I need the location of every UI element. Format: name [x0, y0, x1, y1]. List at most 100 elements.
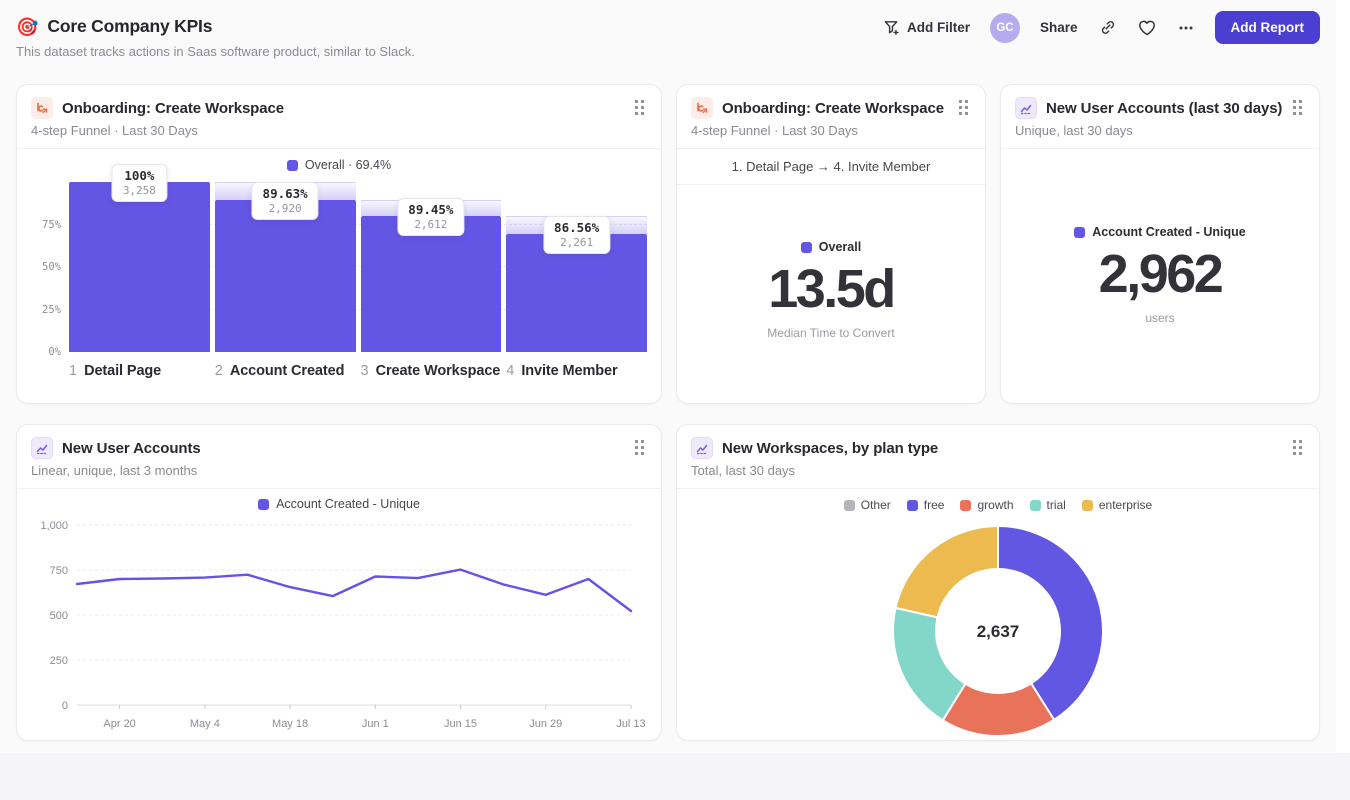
- x-axis-tick-label: May 4: [190, 718, 220, 730]
- more-options-icon[interactable]: [1177, 19, 1195, 37]
- stat-legend: Overall: [801, 240, 861, 254]
- legend-item-growth[interactable]: growth: [960, 498, 1013, 512]
- funnel-xlabels: 1 Detail Page 2 Account Created 3Create Work…: [31, 363, 647, 379]
- line-chart-icon: [691, 437, 713, 459]
- legend-label: Account Created - Unique: [276, 497, 420, 511]
- card-title: New User Accounts (last 30 days): [1046, 100, 1282, 117]
- legend-swatch: [287, 160, 298, 171]
- line-chart-svg: 02505007501,000Apr 20May 4May 18Jun 1Jun…: [31, 515, 645, 733]
- card-title: New Workspaces, by plan type: [722, 440, 938, 457]
- legend-swatch-trial: [1030, 500, 1041, 511]
- stat-caption: Median Time to Convert: [767, 326, 894, 340]
- legend-item-enterprise[interactable]: enterprise: [1082, 498, 1152, 512]
- y-axis-tick-label: 250: [50, 655, 68, 667]
- x-axis-tick-label: Jul 13: [616, 718, 645, 730]
- drag-handle-icon[interactable]: [1291, 438, 1305, 458]
- funnel-step-label: 4Invite Member: [506, 363, 647, 379]
- y-axis-tick-label: 750: [50, 565, 68, 577]
- add-filter-button[interactable]: Add Filter: [883, 19, 970, 36]
- card-subtitle: 4-step Funnel · Last 30 Days: [31, 123, 647, 138]
- legend-item-free[interactable]: free: [907, 498, 945, 512]
- legend-label: Overall: [819, 240, 861, 254]
- legend-swatch-Other: [844, 500, 855, 511]
- funnel-step-column: 100%3,258: [69, 182, 210, 352]
- funnel-plot: 100%3,258 89.63%2,920 89.45%2,612 86.56%2,2…: [69, 182, 647, 352]
- card-time-to-convert: Onboarding: Create Workspace 4-step Funn…: [676, 84, 986, 404]
- page-title: Core Company KPIs: [47, 16, 212, 37]
- drag-handle-icon[interactable]: [633, 98, 647, 118]
- conversion-count: 3,258: [123, 184, 156, 197]
- conversion-percent: 86.56%: [554, 220, 599, 235]
- funnel-step-column: 86.56%2,261: [506, 182, 647, 352]
- add-filter-label: Add Filter: [907, 20, 970, 35]
- funnel-bar[interactable]: [69, 182, 210, 352]
- card-subtitle: 4-step Funnel · Last 30 Days: [691, 123, 971, 138]
- funnel-value-label: 100%3,258: [112, 164, 167, 202]
- median-time-value: 13.5d: [768, 262, 894, 316]
- conversion-count: 2,261: [554, 236, 599, 249]
- copy-link-icon[interactable]: [1098, 18, 1117, 37]
- funnel-value-label: 89.45%2,612: [397, 198, 464, 236]
- legend-label: trial: [1047, 498, 1066, 512]
- line-chart-icon: [31, 437, 53, 459]
- filter-plus-icon: [883, 19, 900, 36]
- donut-center-total: 2,637: [977, 622, 1020, 641]
- unique-users-value: 2,962: [1099, 247, 1222, 301]
- favorite-heart-icon[interactable]: [1137, 18, 1157, 37]
- step-number: 2: [215, 363, 223, 379]
- funnel-step-label: 3Create Workspace: [361, 363, 502, 379]
- x-axis-tick-label: Jun 29: [529, 718, 562, 730]
- add-report-button[interactable]: Add Report: [1215, 11, 1321, 44]
- conversion-percent: 100%: [123, 168, 156, 183]
- right-edge-strip: [1336, 0, 1350, 753]
- legend-item-trial[interactable]: trial: [1030, 498, 1066, 512]
- funnel-step-column: 89.63%2,920: [215, 182, 356, 352]
- step-number: 1: [69, 363, 77, 379]
- step-name: Account Created: [230, 363, 345, 379]
- funnel-value-label: 86.56%2,261: [543, 216, 610, 254]
- funnel-value-label: 89.63%2,920: [252, 182, 319, 220]
- legend-label: Overall · 69.4%: [305, 158, 391, 172]
- drag-handle-icon[interactable]: [957, 98, 971, 118]
- drag-handle-icon[interactable]: [1291, 98, 1305, 118]
- legend-swatch-growth: [960, 500, 971, 511]
- legend-swatch: [801, 242, 812, 253]
- card-funnel: Onboarding: Create Workspace 4-step Funn…: [16, 84, 662, 404]
- card-title: New User Accounts: [62, 440, 201, 457]
- x-axis-tick-label: May 18: [272, 718, 308, 730]
- y-axis-tick-label: 75%: [42, 219, 61, 231]
- donut-svg: 2,637: [885, 518, 1111, 744]
- avatar[interactable]: GC: [990, 13, 1020, 43]
- y-axis-tick-label: 0: [62, 700, 68, 712]
- card-title: Onboarding: Create Workspace: [62, 100, 284, 117]
- step-name: Create Workspace: [376, 363, 501, 379]
- funnel-bar[interactable]: [361, 216, 502, 352]
- legend-item-Other[interactable]: Other: [844, 498, 891, 512]
- funnel-step-label: 1 Detail Page: [69, 363, 210, 379]
- legend-swatch-free: [907, 500, 918, 511]
- x-axis-tick-label: Jun 15: [444, 718, 477, 730]
- stat-caption: users: [1145, 311, 1174, 325]
- donut-legend: Other free growth trial enterprise: [691, 498, 1305, 512]
- share-button[interactable]: Share: [1040, 20, 1078, 35]
- drag-handle-icon[interactable]: [633, 438, 647, 458]
- x-axis-tick-label: Apr 20: [103, 718, 135, 730]
- y-axis-tick-label: 25%: [42, 304, 61, 316]
- step-name: Detail Page: [84, 363, 161, 379]
- funnel-bars: 100%3,258 89.63%2,920 89.45%2,612 86.56%2,2…: [69, 182, 647, 352]
- dashboard-canvas: 🎯 Core Company KPIs This dataset tracks …: [0, 0, 1350, 753]
- y-axis-tick-label: 0%: [48, 346, 61, 358]
- step-number: 4: [506, 363, 514, 379]
- legend-label: enterprise: [1099, 498, 1152, 512]
- legend-label: growth: [977, 498, 1013, 512]
- x-axis-tick-label: Jun 1: [362, 718, 389, 730]
- legend-swatch: [1074, 227, 1085, 238]
- funnel-chart-icon: [31, 97, 53, 119]
- card-new-accounts-3m: New User Accounts Linear, unique, last 3…: [16, 424, 662, 741]
- funnel-bar[interactable]: [215, 200, 356, 352]
- y-axis-tick-label: 1,000: [40, 520, 68, 532]
- card-workspaces-by-plan: New Workspaces, by plan type Total, last…: [676, 424, 1320, 741]
- card-new-accounts-30d: New User Accounts (last 30 days) Unique,…: [1000, 84, 1320, 404]
- legend-label: Other: [861, 498, 891, 512]
- conversion-percent: 89.63%: [263, 186, 308, 201]
